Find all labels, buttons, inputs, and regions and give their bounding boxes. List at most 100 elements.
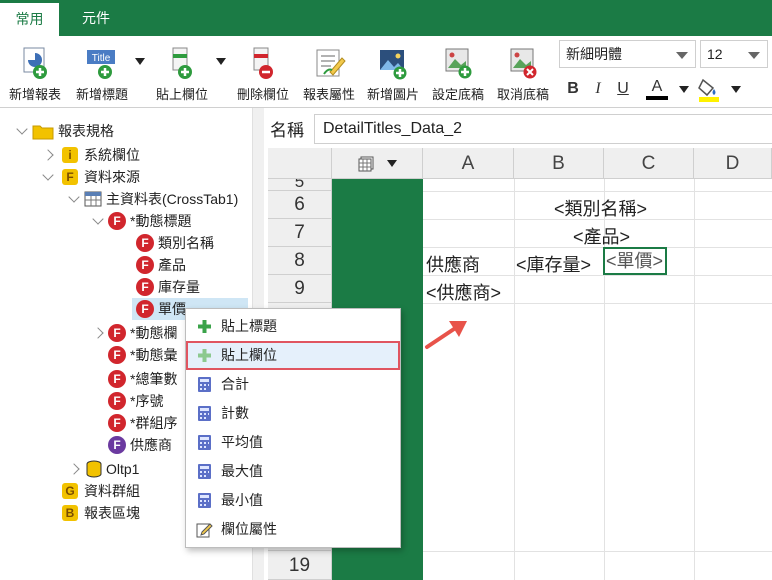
column-header-c[interactable]: C	[604, 148, 694, 179]
new-title-icon: Title	[87, 50, 115, 79]
fill-color-dropdown-arrow[interactable]	[731, 86, 741, 93]
row-header-7[interactable]: 7	[268, 219, 332, 247]
tree-node-total-count[interactable]: F *總筆數	[108, 368, 184, 390]
set-background-button[interactable]: 設定底稿	[426, 42, 490, 104]
tree-node-product[interactable]: F 產品	[134, 254, 244, 276]
tree-node-group-sequence[interactable]: F *群組序	[108, 412, 184, 434]
cell-supplier[interactable]: <供應商>	[426, 279, 501, 305]
calculator-icon	[198, 493, 211, 508]
plus-icon	[198, 320, 211, 333]
data-source-icon: F	[62, 169, 78, 185]
menu-item-paste-title[interactable]: 貼上標題	[186, 312, 400, 341]
tab-home[interactable]: 常用	[0, 0, 59, 36]
grid-line	[423, 191, 772, 192]
grid-corner	[268, 148, 332, 179]
tree-node-data-groups[interactable]: G 資料群組	[60, 480, 180, 502]
font-color-dropdown-arrow[interactable]	[679, 86, 689, 93]
font-color-button[interactable]: A	[646, 76, 668, 100]
table-icon	[84, 191, 102, 207]
calculator-icon	[198, 406, 211, 421]
fill-color-icon[interactable]	[697, 76, 721, 102]
cell-stock[interactable]: <庫存量>	[516, 251, 591, 277]
expand-chevron-icon[interactable]	[68, 191, 80, 203]
new-report-button[interactable]: 新增報表	[2, 42, 68, 104]
field-icon: F	[108, 212, 126, 230]
new-title-dropdown-arrow[interactable]	[135, 58, 145, 65]
cancel-background-button[interactable]: 取消底稿	[492, 42, 554, 104]
folder-icon	[32, 125, 54, 140]
column-header-d[interactable]: D	[694, 148, 772, 179]
report-properties-icon	[316, 49, 346, 77]
cell-category-name[interactable]: <類別名稱>	[554, 195, 647, 221]
tree-node-oltp1[interactable]: Oltp1	[68, 458, 180, 480]
menu-item-average[interactable]: 平均值	[186, 428, 400, 457]
tree-node-dynamic-title[interactable]: F *動態標題	[92, 210, 244, 232]
paste-field-dropdown-arrow[interactable]	[216, 58, 226, 65]
ribbon-tab-bar: 常用 元件	[0, 0, 772, 36]
tree-node-sequence[interactable]: F *序號	[108, 390, 184, 412]
menu-item-count[interactable]: 計數	[186, 399, 400, 428]
expand-chevron-icon[interactable]	[92, 213, 104, 225]
paste-field-button[interactable]: 貼上欄位	[150, 42, 214, 104]
column-selector-button[interactable]	[332, 148, 423, 179]
tree-node-category-name[interactable]: F 類別名稱	[134, 232, 244, 254]
menu-item-sum[interactable]: 合計	[186, 370, 400, 399]
delete-field-icon	[253, 47, 273, 79]
grid-line	[514, 179, 515, 580]
tree-node-system-fields[interactable]: i 系統欄位	[42, 144, 244, 166]
collapse-chevron-icon[interactable]	[92, 327, 104, 339]
row-header-19[interactable]: 19	[268, 551, 332, 580]
delete-field-button[interactable]: 刪除欄位	[230, 42, 296, 104]
tab-components[interactable]: 元件	[59, 0, 133, 36]
row-header-8[interactable]: 8	[268, 247, 332, 275]
menu-item-max[interactable]: 最大值	[186, 457, 400, 486]
report-properties-button[interactable]: 報表屬性	[298, 42, 360, 104]
calculator-icon	[198, 377, 211, 392]
underline-button[interactable]: U	[612, 76, 634, 102]
menu-item-field-properties[interactable]: 欄位屬性	[186, 515, 400, 544]
cell-unit-price-selected[interactable]: <單價>	[603, 247, 667, 275]
menu-item-paste-field[interactable]: 貼上欄位	[186, 341, 400, 370]
tree-node-data-source[interactable]: F 資料來源	[42, 166, 244, 188]
expand-chevron-icon[interactable]	[16, 123, 28, 135]
cell-product[interactable]: <產品>	[573, 223, 630, 249]
name-field[interactable]: DetailTitles_Data_2	[314, 114, 772, 144]
drag-arrow-icon	[425, 321, 467, 349]
field-icon: F	[108, 370, 126, 388]
chevron-down-icon	[676, 52, 688, 59]
collapse-chevron-icon[interactable]	[68, 463, 80, 475]
tree-node-dynamic-summary[interactable]: F *動態彙	[108, 344, 184, 366]
grid-line	[694, 179, 695, 580]
font-name-select[interactable]: 新細明體	[559, 40, 696, 68]
column-header-a[interactable]: A	[423, 148, 514, 179]
field-icon: F	[136, 278, 154, 296]
font-size-select[interactable]: 12	[700, 40, 768, 68]
cell-supplier-title[interactable]: 供應商	[426, 251, 480, 277]
row-header-9[interactable]: 9	[268, 275, 332, 303]
svg-text:Title: Title	[92, 53, 111, 64]
tree-node-root[interactable]: 報表規格	[16, 120, 246, 142]
row-header-6[interactable]: 6	[268, 191, 332, 219]
report-sections-icon: B	[62, 505, 78, 521]
collapse-chevron-icon[interactable]	[42, 149, 54, 161]
bold-button[interactable]: B	[562, 76, 584, 102]
menu-item-min[interactable]: 最小值	[186, 486, 400, 515]
italic-button[interactable]: I	[587, 76, 609, 102]
chevron-down-icon	[748, 52, 760, 59]
row-header-5[interactable]: 5	[268, 179, 332, 191]
field-icon: F	[108, 392, 126, 410]
new-title-button[interactable]: Title 新增標題	[70, 42, 134, 104]
field-icon: F	[136, 300, 154, 318]
name-label: 名稱	[270, 121, 304, 140]
column-header-b[interactable]: B	[514, 148, 604, 179]
add-image-icon	[380, 50, 407, 80]
tree-node-report-sections[interactable]: B 報表區塊	[60, 502, 180, 524]
tree-node-supplier[interactable]: F 供應商	[108, 434, 184, 456]
tree-node-main-table[interactable]: 主資料表(CrossTab1)	[68, 188, 250, 210]
add-image-button[interactable]: 新增圖片	[362, 42, 424, 104]
field-icon: F	[108, 436, 126, 454]
tree-node-dynamic-column[interactable]: F *動態欄	[92, 322, 184, 344]
tree-node-stock[interactable]: F 庫存量	[134, 276, 244, 298]
expand-chevron-icon[interactable]	[42, 169, 54, 181]
chevron-down-icon	[387, 160, 397, 167]
